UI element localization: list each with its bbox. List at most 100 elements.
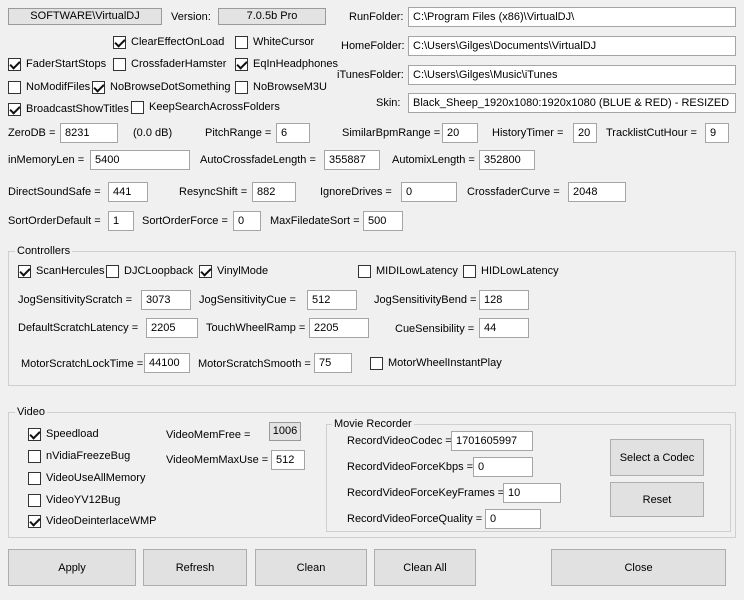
skin-input[interactable] <box>408 93 736 113</box>
home-folder-input[interactable] <box>408 36 736 56</box>
checkbox-box[interactable] <box>235 35 248 49</box>
record-video-force-keyframes-input[interactable] <box>503 483 561 503</box>
checkbox-box[interactable] <box>370 356 383 370</box>
checkbox-box[interactable] <box>113 35 126 49</box>
default-scratch-latency-label: DefaultScratchLatency = <box>18 322 139 334</box>
djc-loopback-checkbox[interactable]: DJCLoopback <box>106 263 193 279</box>
checkbox-box[interactable] <box>8 57 21 71</box>
motor-scratch-lock-time-label: MotorScratchLockTime = <box>21 358 144 370</box>
video-use-all-memory-checkbox[interactable]: VideoUseAllMemory <box>28 470 145 486</box>
no-browse-dot-something-checkbox[interactable]: NoBrowseDotSomething <box>92 79 230 95</box>
cue-sensibility-input[interactable] <box>479 318 529 338</box>
motor-scratch-lock-time-input[interactable] <box>144 353 190 373</box>
jog-sensitivity-bend-label: JogSensitivityBend = <box>374 294 477 306</box>
motor-scratch-smooth-input[interactable] <box>314 353 352 373</box>
apply-button[interactable]: Apply <box>8 549 136 586</box>
midi-low-latency-checkbox[interactable]: MIDILowLatency <box>358 263 458 279</box>
broadcast-show-titles-checkbox[interactable]: BroadcastShowTitles <box>8 101 129 117</box>
clean-all-button[interactable]: Clean All <box>374 549 476 586</box>
checkbox-box[interactable] <box>28 471 41 485</box>
record-video-force-kbps-input[interactable] <box>473 457 533 477</box>
checkbox-box[interactable] <box>463 264 476 278</box>
clear-effect-on-load-checkbox[interactable]: ClearEffectOnLoad <box>113 34 224 50</box>
checkbox-label: NoBrowseDotSomething <box>110 81 231 93</box>
checkbox-box[interactable] <box>18 264 31 278</box>
touch-wheel-ramp-label: TouchWheelRamp = <box>206 322 306 334</box>
run-folder-label: RunFolder: <box>349 11 404 23</box>
jog-sensitivity-cue-label: JogSensitivityCue = <box>199 294 296 306</box>
checkbox-box[interactable] <box>358 264 371 278</box>
checkbox-box[interactable] <box>28 449 41 463</box>
checkbox-box[interactable] <box>131 100 144 114</box>
close-button[interactable]: Close <box>551 549 726 586</box>
sort-order-force-input[interactable] <box>233 211 261 231</box>
zerodb-input[interactable] <box>60 123 118 143</box>
scan-hercules-checkbox[interactable]: ScanHercules <box>18 263 104 279</box>
checkbox-label: VideoDeinterlaceWMP <box>46 515 157 527</box>
fader-start-stops-checkbox[interactable]: FaderStartStops <box>8 56 106 72</box>
direct-sound-safe-input[interactable] <box>108 182 148 202</box>
video-yv12-bug-checkbox[interactable]: VideoYV12Bug <box>28 492 120 508</box>
checkbox-box[interactable] <box>235 57 248 71</box>
no-modif-files-checkbox[interactable]: NoModifFiles <box>8 79 90 95</box>
automix-length-input[interactable] <box>479 150 535 170</box>
pitch-range-input[interactable] <box>276 123 310 143</box>
eq-in-headphones-checkbox[interactable]: EqInHeadphones <box>235 56 338 72</box>
nvidia-freeze-bug-checkbox[interactable]: nVidiaFreezeBug <box>28 448 130 464</box>
checkbox-box[interactable] <box>106 264 119 278</box>
jog-sensitivity-cue-input[interactable] <box>307 290 357 310</box>
checkbox-box[interactable] <box>92 80 105 94</box>
ignore-drives-input[interactable] <box>401 182 457 202</box>
checkbox-box[interactable] <box>28 493 41 507</box>
history-timer-input[interactable] <box>573 123 597 143</box>
video-mem-max-use-input[interactable] <box>271 450 305 470</box>
motor-wheel-instant-play-checkbox[interactable]: MotorWheelInstantPlay <box>370 355 502 371</box>
tracklist-cut-hour-input[interactable] <box>705 123 729 143</box>
max-filedate-sort-input[interactable] <box>363 211 403 231</box>
checkbox-box[interactable] <box>28 514 41 528</box>
checkbox-box[interactable] <box>8 80 21 94</box>
checkbox-box[interactable] <box>8 102 21 116</box>
checkbox-label: FaderStartStops <box>26 58 107 70</box>
jog-sensitivity-scratch-input[interactable] <box>141 290 191 310</box>
checkbox-box[interactable] <box>28 427 41 441</box>
sort-order-default-label: SortOrderDefault = <box>8 215 101 227</box>
similar-bpm-range-input[interactable] <box>442 123 478 143</box>
checkbox-box[interactable] <box>199 264 212 278</box>
auto-crossfade-length-input[interactable] <box>324 150 380 170</box>
crossfader-curve-label: CrossfaderCurve = <box>467 186 560 198</box>
record-video-codec-input[interactable] <box>451 431 533 451</box>
speedload-checkbox[interactable]: Speedload <box>28 426 99 442</box>
max-filedate-sort-label: MaxFiledateSort = <box>270 215 360 227</box>
clean-button[interactable]: Clean <box>255 549 367 586</box>
no-browse-m3u-checkbox[interactable]: NoBrowseM3U <box>235 79 327 95</box>
checkbox-box[interactable] <box>235 80 248 94</box>
touch-wheel-ramp-input[interactable] <box>309 318 369 338</box>
checkbox-label: NoModifFiles <box>26 81 91 93</box>
select-codec-button[interactable]: Select a Codec <box>610 439 704 476</box>
refresh-button[interactable]: Refresh <box>143 549 247 586</box>
checkbox-box[interactable] <box>113 57 126 71</box>
vinyl-mode-checkbox[interactable]: VinylMode <box>199 263 268 279</box>
run-folder-input[interactable] <box>408 7 736 27</box>
white-cursor-checkbox[interactable]: WhiteCursor <box>235 34 314 50</box>
checkbox-label: CrossfaderHamster <box>131 58 227 70</box>
itunes-folder-input[interactable] <box>408 65 736 85</box>
in-memory-len-input[interactable] <box>90 150 190 170</box>
video-deinterlace-wmp-checkbox[interactable]: VideoDeinterlaceWMP <box>28 513 156 529</box>
checkbox-label: MIDILowLatency <box>376 265 458 277</box>
record-video-force-quality-input[interactable] <box>485 509 541 529</box>
auto-crossfade-length-label: AutoCrossfadeLength = <box>200 154 316 166</box>
hid-low-latency-checkbox[interactable]: HIDLowLatency <box>463 263 559 279</box>
crossfader-curve-input[interactable] <box>568 182 626 202</box>
checkbox-label: nVidiaFreezeBug <box>46 450 131 462</box>
controllers-group-title: Controllers <box>15 245 73 258</box>
jog-sensitivity-bend-input[interactable] <box>479 290 529 310</box>
reset-button[interactable]: Reset <box>610 482 704 517</box>
keep-search-across-folders-checkbox[interactable]: KeepSearchAcrossFolders <box>131 99 280 115</box>
record-video-codec-label: RecordVideoCodec = <box>347 435 452 447</box>
default-scratch-latency-input[interactable] <box>146 318 198 338</box>
sort-order-default-input[interactable] <box>108 211 134 231</box>
resync-shift-input[interactable] <box>252 182 296 202</box>
crossfader-hamster-checkbox[interactable]: CrossfaderHamster <box>113 56 226 72</box>
